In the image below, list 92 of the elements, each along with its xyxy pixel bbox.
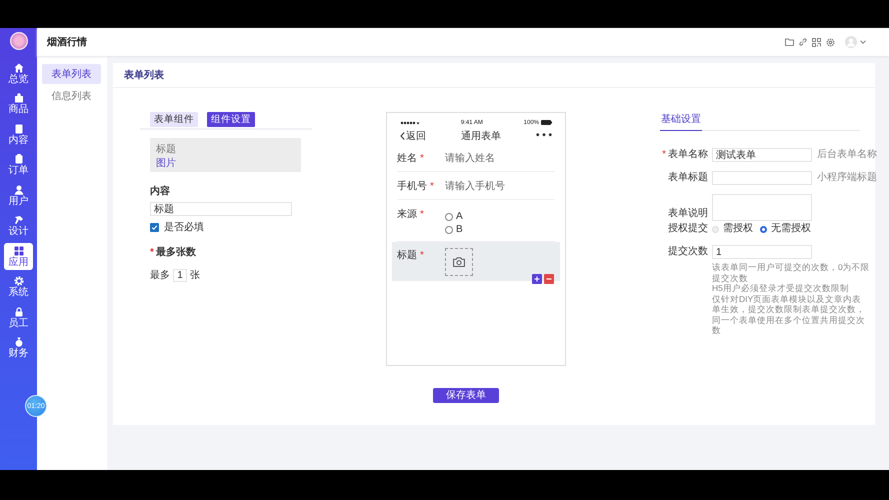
field-prefix: 最多 — [150, 269, 170, 282]
remove-button[interactable] — [544, 274, 554, 284]
more-button[interactable]: • • • — [536, 130, 552, 141]
chevron-left-icon — [400, 132, 405, 140]
required-mark: * — [430, 181, 434, 192]
field-label: 标题 — [397, 250, 417, 261]
image-upload[interactable] — [445, 248, 473, 276]
sidebar-item[interactable]: 设计 — [4, 212, 33, 240]
field-suffix: 张 — [190, 268, 200, 282]
section-tab[interactable]: 基础设置 — [660, 112, 702, 131]
checkbox-label: 是否必填 — [164, 220, 204, 234]
lock-icon — [14, 306, 24, 316]
document-icon — [14, 124, 24, 134]
sidebar-item[interactable]: 总览 — [4, 60, 33, 87]
camera-icon — [453, 257, 465, 267]
sidebar-item[interactable]: 商品 — [4, 90, 33, 118]
required-mark: * — [150, 246, 154, 258]
app-title: 烟酒行情 — [47, 36, 88, 49]
screen-title: 通用表单 — [460, 130, 501, 142]
grid-icon — [14, 246, 24, 256]
settings-icon[interactable] — [826, 38, 835, 46]
count-field[interactable]: 1 — [173, 268, 187, 282]
battery-icon — [541, 120, 552, 125]
clipboard-icon — [14, 154, 24, 164]
field-label: 来源 — [397, 209, 417, 220]
field-hint: 后台表单名称 — [817, 148, 877, 162]
required-mark: * — [420, 153, 424, 164]
help-text: 该表单同一用户可提交的次数，0为不限提交次数 — [712, 262, 870, 283]
gear-icon — [14, 276, 24, 286]
help-text: H5用户必须登录才受提交次数限制 — [712, 283, 850, 294]
textarea-field[interactable] — [712, 194, 812, 221]
submenu-item[interactable]: 表单列表 — [42, 64, 101, 84]
radio-button[interactable] — [445, 226, 453, 234]
signal-icon — [400, 120, 420, 124]
sidebar-item[interactable]: 财务 — [4, 334, 33, 362]
plus-icon — [534, 276, 540, 282]
option-label: 需授权 — [723, 222, 753, 236]
sidebar-item[interactable]: 系统 — [4, 274, 33, 300]
field-label: 表单标题 — [668, 171, 708, 185]
option-label: 无需授权 — [771, 222, 811, 236]
field-hint: 小程序端标题 — [817, 171, 877, 185]
input-field[interactable] — [712, 171, 812, 185]
money-bag-icon — [14, 337, 24, 347]
sidebar-item[interactable]: 用户 — [4, 182, 33, 209]
brush-icon — [14, 215, 24, 225]
field-label: 提交次数 — [668, 245, 708, 259]
option-label: A — [456, 211, 463, 222]
sidebar-item[interactable]: 应用 — [4, 243, 33, 270]
bag-icon — [14, 93, 24, 103]
option-label: B — [456, 224, 463, 235]
qr-code-icon[interactable] — [812, 38, 821, 46]
radio-button[interactable] — [445, 212, 453, 220]
text-field[interactable]: 请输入姓名 — [445, 151, 495, 165]
content-field[interactable]: 标题 — [150, 202, 292, 216]
form-field-row[interactable]: 标题 * — [392, 242, 560, 281]
input-field[interactable]: 测试表单 — [712, 148, 812, 162]
required-mark: * — [420, 209, 424, 220]
chevron-down-icon — [860, 40, 866, 44]
field-label: 表单说明 — [668, 207, 708, 221]
radio-button[interactable] — [760, 226, 767, 232]
add-button[interactable] — [532, 274, 542, 284]
tab[interactable]: 表单组件 — [150, 112, 198, 127]
back-link[interactable]: 返回 — [400, 128, 426, 142]
field-label: 姓名 — [397, 153, 417, 164]
submenu-item[interactable]: 信息列表 — [42, 86, 101, 106]
field-label: 手机号 — [397, 181, 427, 192]
required-mark: * — [662, 148, 666, 162]
field-label: 内容 — [150, 184, 171, 198]
user-icon — [14, 184, 24, 194]
component-preview[interactable]: 标题 图片 — [150, 138, 301, 172]
field-label: 授权提交 — [668, 222, 708, 236]
minus-icon — [546, 276, 552, 282]
home-icon — [14, 62, 24, 72]
component-title: 标题 — [156, 142, 177, 156]
required-mark: * — [420, 250, 424, 261]
field-label: 表单名称 — [668, 148, 708, 162]
page-title: 表单列表 — [113, 63, 875, 88]
tab[interactable]: 组件设置 — [207, 112, 255, 127]
avatar-icon — [845, 36, 857, 48]
sidebar-item[interactable]: 内容 — [4, 121, 33, 148]
sidebar-item[interactable]: 员工 — [4, 304, 33, 331]
input-field[interactable]: 1 — [712, 245, 812, 259]
checkbox[interactable] — [150, 222, 159, 232]
sidebar-item[interactable]: 订单 — [4, 152, 33, 178]
text-field[interactable]: 请输入手机号 — [445, 179, 505, 193]
component-type: 图片 — [156, 156, 177, 170]
logo — [10, 32, 28, 50]
folder-icon[interactable] — [785, 38, 794, 46]
save-button[interactable]: 保存表单 — [433, 388, 499, 403]
help-text: 仅针对DIY页面表单模块以及文章内表单生效，提交次数限制表单提交次数，同一个表单使用在多个位置共用提交次数 — [712, 294, 866, 336]
field-label: 最多张数 — [156, 246, 196, 259]
link-icon[interactable] — [799, 38, 807, 46]
